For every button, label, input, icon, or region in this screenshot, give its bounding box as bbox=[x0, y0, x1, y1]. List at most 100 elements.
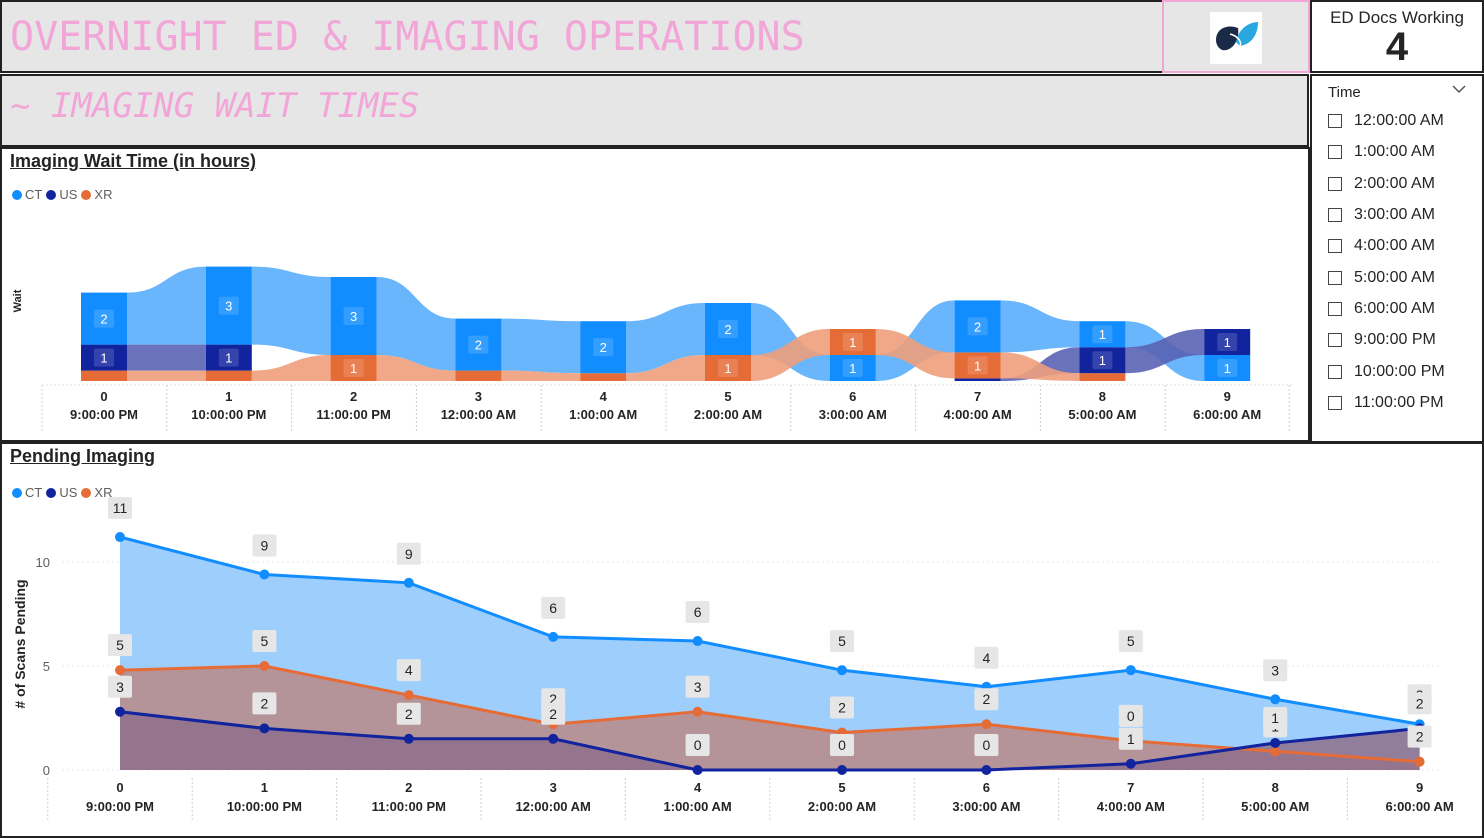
data-point-us bbox=[259, 723, 270, 734]
data-label: 0 bbox=[838, 737, 846, 753]
x-tick-index: 2 bbox=[350, 389, 357, 404]
x-tick-label: 10:00:00 PM bbox=[227, 799, 302, 814]
slicer-option[interactable]: 9:00:00 PM bbox=[1328, 329, 1436, 351]
x-tick-label: 3:00:00 AM bbox=[952, 799, 1020, 814]
slicer-option[interactable]: 12:00:00 AM bbox=[1328, 110, 1444, 132]
x-tick-index: 1 bbox=[261, 780, 268, 795]
slicer-option[interactable]: 10:00:00 PM bbox=[1328, 361, 1445, 383]
slicer-option-label: 3:00:00 AM bbox=[1354, 206, 1435, 223]
checkbox[interactable] bbox=[1328, 396, 1342, 410]
y-tick-label: 10 bbox=[36, 555, 50, 570]
data-label: 2 bbox=[974, 319, 981, 334]
slicer-option[interactable]: 5:00:00 AM bbox=[1328, 267, 1435, 289]
data-label: 1 bbox=[100, 351, 107, 366]
data-label: 1 bbox=[350, 361, 357, 376]
pending-imaging-chart-card: Pending Imaging CT US XR # of Scans Pend… bbox=[0, 442, 1484, 838]
slicer-option[interactable]: 1:00:00 AM bbox=[1328, 141, 1435, 163]
x-tick-label: 12:00:00 AM bbox=[441, 407, 516, 422]
data-label: 2 bbox=[261, 695, 269, 711]
data-label: 1 bbox=[1271, 710, 1279, 726]
x-tick-label: 5:00:00 AM bbox=[1068, 407, 1136, 422]
ribbon-band-ct bbox=[501, 318, 581, 374]
slicer-option[interactable]: 11:00:00 PM bbox=[1328, 392, 1444, 414]
data-label: 6 bbox=[549, 600, 557, 616]
slicer-option[interactable]: 3:00:00 AM bbox=[1328, 204, 1435, 226]
data-point-ct bbox=[1125, 665, 1136, 676]
data-label: 2 bbox=[549, 706, 557, 722]
data-point-xr bbox=[259, 661, 270, 671]
logo bbox=[1210, 12, 1262, 64]
data-point-ct bbox=[259, 569, 270, 580]
x-tick-label: 5:00:00 AM bbox=[1241, 799, 1309, 814]
y-tick-label: 5 bbox=[43, 659, 50, 674]
x-tick-index: 3 bbox=[475, 389, 482, 404]
data-point-xr bbox=[115, 665, 125, 676]
x-tick-label: 4:00:00 AM bbox=[1097, 799, 1165, 814]
x-tick-index: 6 bbox=[849, 389, 856, 404]
page-title: OVERNIGHT ED & IMAGING OPERATIONS bbox=[10, 14, 805, 60]
checkbox[interactable] bbox=[1328, 333, 1342, 347]
data-point-xr bbox=[1414, 756, 1425, 767]
x-tick-index: 0 bbox=[100, 389, 107, 404]
checkbox[interactable] bbox=[1328, 114, 1342, 128]
data-label: 0 bbox=[1127, 708, 1135, 724]
checkbox[interactable] bbox=[1328, 365, 1342, 379]
checkbox[interactable] bbox=[1328, 208, 1342, 222]
data-label: 2 bbox=[838, 700, 846, 716]
x-tick-index: 8 bbox=[1099, 389, 1106, 404]
area-chart: # of Scans Pending 051011996654532554232… bbox=[12, 497, 1454, 822]
data-label: 2 bbox=[1416, 729, 1424, 745]
ribbon-bar-us bbox=[954, 378, 1001, 381]
slicer-option[interactable]: 2:00:00 AM bbox=[1328, 173, 1435, 195]
data-point-ct bbox=[837, 665, 847, 676]
x-tick-index: 7 bbox=[1127, 780, 1134, 795]
ribbon-band-ct bbox=[1000, 300, 1080, 353]
x-tick-index: 1 bbox=[225, 389, 232, 404]
x-tick-label: 2:00:00 AM bbox=[808, 799, 876, 814]
x-tick-index: 3 bbox=[550, 780, 557, 795]
slicer-option[interactable]: 4:00:00 AM bbox=[1328, 235, 1435, 257]
slicer-title: Time bbox=[1328, 84, 1361, 101]
data-point-ct bbox=[403, 577, 414, 588]
data-label: 1 bbox=[1224, 335, 1231, 350]
slicer-option[interactable]: 6:00:00 AM bbox=[1328, 298, 1435, 320]
ribbon-band-xr bbox=[251, 355, 331, 381]
ed-docs-value: 4 bbox=[1385, 25, 1409, 69]
x-tick-index: 8 bbox=[1272, 780, 1279, 795]
x-tick-label: 2:00:00 AM bbox=[694, 407, 762, 422]
x-tick-label: 11:00:00 PM bbox=[372, 799, 446, 814]
data-label: 5 bbox=[261, 633, 269, 649]
logo-box bbox=[1162, 0, 1310, 73]
checkbox[interactable] bbox=[1328, 177, 1342, 191]
data-label: 3 bbox=[1271, 662, 1279, 678]
checkbox[interactable] bbox=[1328, 239, 1342, 253]
data-label: 11 bbox=[113, 500, 128, 516]
slicer-option-label: 6:00:00 AM bbox=[1354, 300, 1435, 317]
x-tick-index: 2 bbox=[405, 780, 412, 795]
checkbox[interactable] bbox=[1328, 271, 1342, 285]
data-point-us bbox=[837, 765, 847, 775]
x-tick-index: 0 bbox=[116, 780, 123, 795]
checkbox[interactable] bbox=[1328, 302, 1342, 316]
data-label: 1 bbox=[1224, 361, 1231, 376]
data-label: 1 bbox=[849, 335, 856, 350]
chevron-down-icon[interactable] bbox=[1452, 82, 1466, 98]
data-point-us bbox=[115, 706, 125, 717]
ribbon-band-ct bbox=[127, 266, 206, 345]
ribbon-band-ct bbox=[251, 266, 331, 355]
header-bar: OVERNIGHT ED & IMAGING OPERATIONS bbox=[0, 0, 1309, 73]
data-label: 0 bbox=[694, 737, 702, 753]
x-tick-label: 3:00:00 AM bbox=[819, 407, 887, 422]
data-point-ct bbox=[548, 631, 559, 642]
ribbon-bar-xr bbox=[455, 370, 502, 381]
x-tick-index: 9 bbox=[1416, 780, 1423, 795]
data-label: 2 bbox=[100, 312, 107, 327]
y-axis-label: # of Scans Pending bbox=[12, 579, 28, 708]
data-label: 2 bbox=[724, 322, 731, 337]
checkbox[interactable] bbox=[1328, 145, 1342, 159]
x-tick-label: 10:00:00 PM bbox=[191, 407, 266, 422]
data-point-xr bbox=[403, 690, 414, 701]
slicer-option-label: 2:00:00 AM bbox=[1354, 175, 1435, 192]
ribbon-bar-xr bbox=[1079, 373, 1126, 381]
time-slicer: Time 12:00:00 AM 1:00:00 AM 2:00:00 AM 3… bbox=[1310, 74, 1484, 443]
